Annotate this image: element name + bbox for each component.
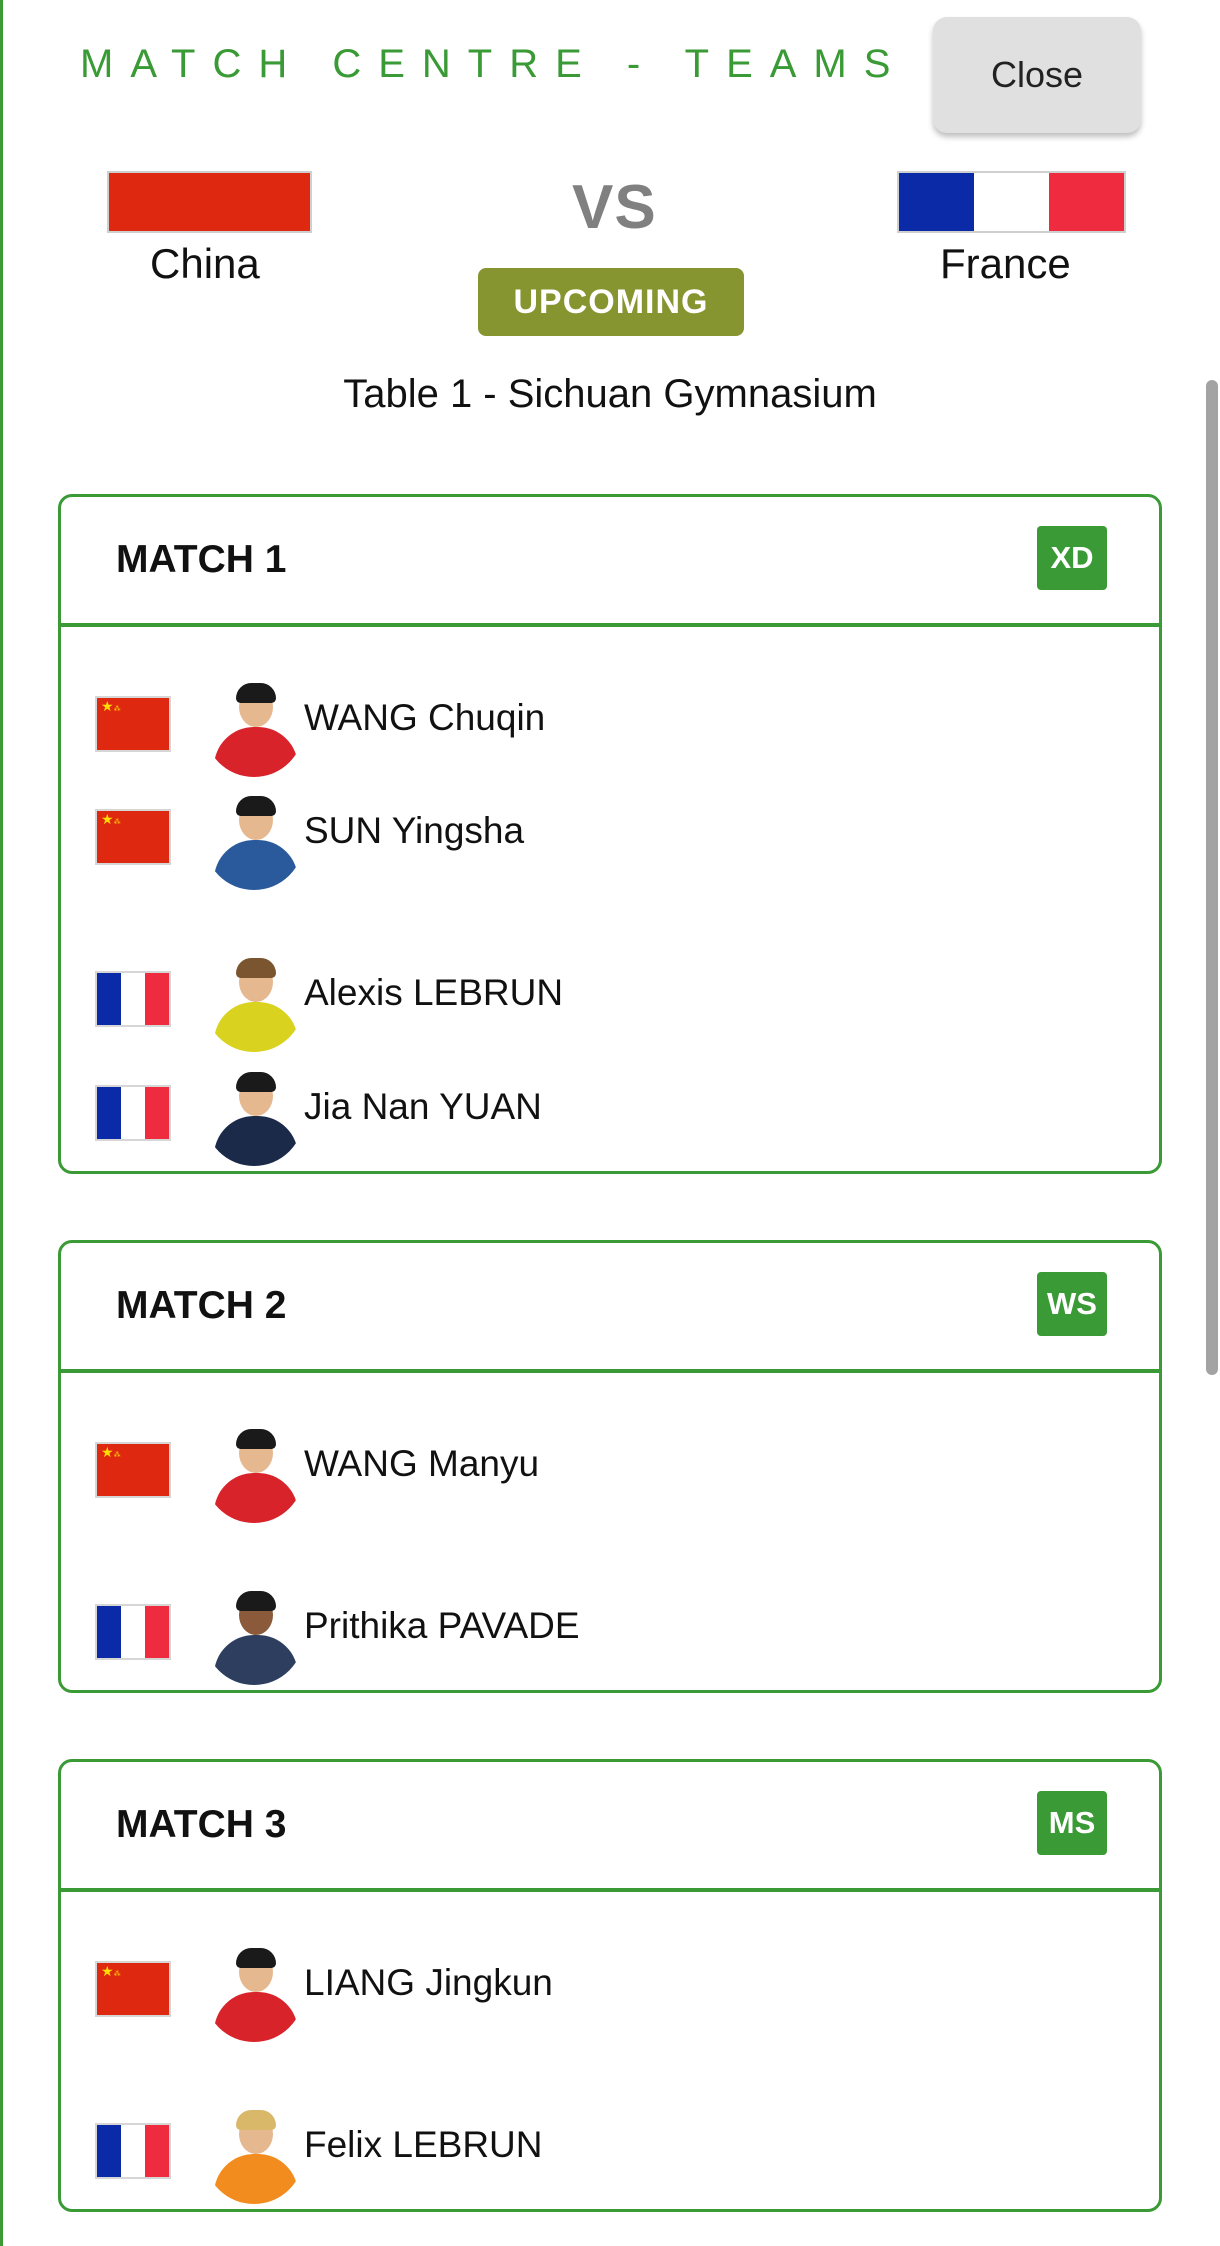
player-row[interactable]: Prithika PAVADE xyxy=(61,1585,1159,1685)
match-title: MATCH 1 xyxy=(116,538,287,581)
match-card-3[interactable]: MATCH 3 MS ★⁂ LIANG Jingkun Felix LEBRUN xyxy=(58,1759,1162,2212)
player-name: LIANG Jingkun xyxy=(304,1962,553,2003)
player-name: Prithika PAVADE xyxy=(304,1605,580,1646)
status-badge: UPCOMING xyxy=(478,268,744,336)
match-type-badge: XD xyxy=(1037,526,1107,590)
match-header: MATCH 2 WS xyxy=(61,1243,1159,1373)
player-avatar xyxy=(204,1423,304,1523)
player-name: Felix LEBRUN xyxy=(304,2124,543,2165)
home-team-name: China xyxy=(150,240,260,287)
match-card-1[interactable]: MATCH 1 XD ★⁂ WANG Chuqin ★⁂ SUN Yingsha… xyxy=(58,494,1162,1174)
home-team-flag-icon xyxy=(107,171,312,233)
match-card-2[interactable]: MATCH 2 WS ★⁂ WANG Manyu Prithika PAVADE xyxy=(58,1240,1162,1693)
match-type-badge: WS xyxy=(1037,1272,1107,1336)
player-name: WANG Chuqin xyxy=(304,697,546,738)
player-row[interactable]: Jia Nan YUAN xyxy=(61,1066,1159,1166)
player-avatar xyxy=(204,1066,304,1166)
player-row[interactable]: ★⁂ LIANG Jingkun xyxy=(61,1942,1159,2042)
page-title: MATCH CENTRE - TEAMS xyxy=(80,42,908,86)
player-avatar xyxy=(204,790,304,890)
france-flag-icon xyxy=(95,1604,171,1660)
close-button[interactable]: Close xyxy=(933,17,1141,133)
china-flag-icon: ★⁂ xyxy=(95,696,171,752)
china-flag-icon: ★⁂ xyxy=(95,1961,171,2017)
match-title: MATCH 2 xyxy=(116,1284,287,1327)
match-header: MATCH 3 MS xyxy=(61,1762,1159,1892)
player-avatar xyxy=(204,1585,304,1685)
player-name: Alexis LEBRUN xyxy=(304,972,564,1013)
match-header: MATCH 1 XD xyxy=(61,497,1159,627)
away-team-name: France xyxy=(940,240,1071,287)
venue-label: Table 1 - Sichuan Gymnasium xyxy=(343,372,877,416)
player-row[interactable]: Felix LEBRUN xyxy=(61,2104,1159,2204)
player-name: Jia Nan YUAN xyxy=(304,1086,542,1127)
player-row[interactable]: Alexis LEBRUN xyxy=(61,952,1159,1052)
page-left-border xyxy=(0,0,3,2246)
match-title: MATCH 3 xyxy=(116,1803,287,1846)
player-avatar xyxy=(204,677,304,777)
player-name: WANG Manyu xyxy=(304,1443,540,1484)
france-flag-icon xyxy=(95,2123,171,2179)
match-type-badge: MS xyxy=(1037,1791,1107,1855)
player-name: SUN Yingsha xyxy=(304,810,525,851)
player-avatar xyxy=(204,2104,304,2204)
vs-label: VS xyxy=(572,173,657,242)
china-flag-icon: ★⁂ xyxy=(95,809,171,865)
france-flag-icon xyxy=(95,1085,171,1141)
china-flag-icon: ★⁂ xyxy=(95,1442,171,1498)
away-team-flag-icon xyxy=(897,171,1126,233)
player-row[interactable]: ★⁂ WANG Manyu xyxy=(61,1423,1159,1523)
player-avatar xyxy=(204,1942,304,2042)
player-avatar xyxy=(204,952,304,1052)
scrollbar-thumb[interactable] xyxy=(1206,380,1218,1375)
france-flag-icon xyxy=(95,971,171,1027)
player-row[interactable]: ★⁂ SUN Yingsha xyxy=(61,790,1159,890)
player-row[interactable]: ★⁂ WANG Chuqin xyxy=(61,677,1159,777)
